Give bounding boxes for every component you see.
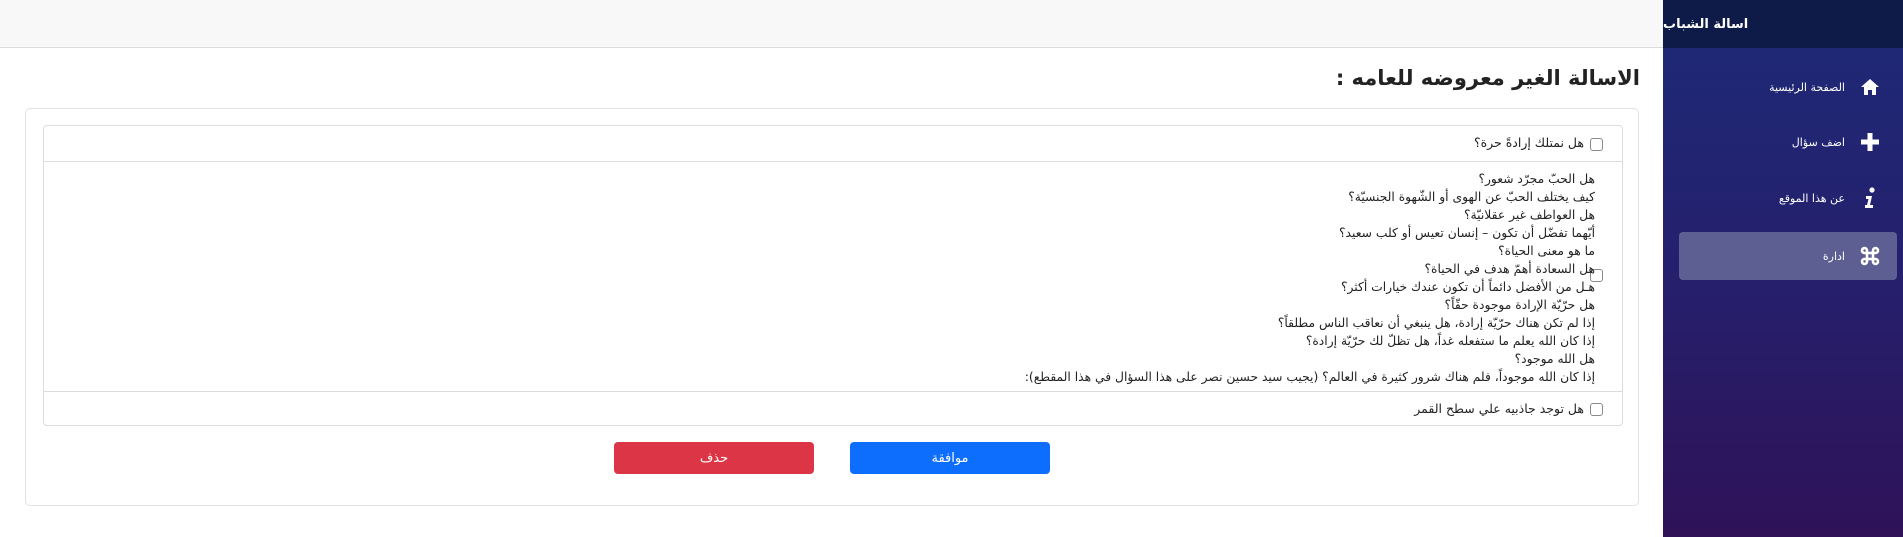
questions-card: هل نمتلك إرادةً حرة؟ هل الحبّ مجرّد شعور…	[25, 108, 1639, 506]
questions-list: هل نمتلك إرادةً حرة؟ هل الحبّ مجرّد شعور…	[43, 125, 1623, 426]
sidebar-item-add-question[interactable]: اضف سؤال	[1679, 118, 1897, 166]
plus-icon	[1857, 129, 1883, 155]
delete-button[interactable]: حذف	[614, 442, 814, 474]
sidebar-item-label: اضف سؤال	[1791, 135, 1845, 149]
question-line: هل الحبّ مجرّد شعور؟	[1478, 172, 1595, 186]
question-line: كيف يختلف الحبّ عن الهوى أو الشّهوة الجن…	[1348, 190, 1595, 204]
question-line: هل السعادة أهمّ هدف في الحياة؟	[1424, 262, 1596, 276]
sidebar-item-about[interactable]: عن هذا الموقع	[1679, 174, 1897, 222]
question-checkbox[interactable]	[1590, 138, 1603, 151]
list-item: هل توجد جاذبيه علي سطح القمر	[44, 392, 1622, 426]
question-checkbox[interactable]	[1590, 403, 1603, 416]
question-text: هل نمتلك إرادةً حرة؟	[1473, 135, 1584, 150]
question-line: إذا لم تكن هناك حرّيّة إرادة، هل ينبغي أ…	[1277, 316, 1595, 330]
sidebar-item-admin[interactable]: ادارة	[1679, 232, 1897, 280]
question-line: هل العواطف غير عقلانيّة؟	[1464, 208, 1595, 222]
page-title: الاسالة الغير معروضه للعامه :	[1335, 66, 1640, 90]
question-line: ما هو معنى الحياة؟	[1498, 244, 1595, 258]
app-title: اسالة الشباب	[1663, 16, 1749, 32]
approve-button[interactable]: موافقة	[850, 442, 1050, 474]
sidebar: اسالة الشباب الصفحة الرئيسية اضف سؤال عن…	[1663, 0, 1903, 537]
question-line: هـل من الأفضل دائماً أن تكون عندك خيارات…	[1340, 280, 1595, 294]
list-item: هل نمتلك إرادةً حرة؟	[44, 126, 1622, 162]
sidebar-item-label: عن هذا الموقع	[1778, 191, 1845, 205]
question-line: إذا كان الله يعلم ما ستفعله غداً، هل تظل…	[1305, 334, 1595, 348]
question-text-block: هل الحبّ مجرّد شعور؟ كيف يختلف الحبّ عن …	[1025, 170, 1595, 386]
sidebar-brand[interactable]: اسالة الشباب	[1663, 0, 1903, 48]
command-icon	[1857, 243, 1883, 269]
question-line: هل حرّيّة الإرادة موجودة حقّاً؟	[1444, 298, 1595, 312]
sidebar-item-label: ادارة	[1822, 249, 1845, 263]
question-line: هل الله موجود؟	[1514, 352, 1595, 366]
question-line: إذا كان الله موجوداً، فلم هناك شرور كثير…	[1024, 370, 1595, 384]
info-icon	[1857, 185, 1883, 211]
sidebar-item-home[interactable]: الصفحة الرئيسية	[1679, 63, 1897, 111]
list-item: هل الحبّ مجرّد شعور؟ كيف يختلف الحبّ عن …	[44, 162, 1622, 392]
sidebar-item-label: الصفحة الرئيسية	[1769, 80, 1845, 94]
question-text: هل توجد جاذبيه علي سطح القمر	[1414, 401, 1584, 416]
home-icon	[1857, 74, 1883, 100]
top-header	[0, 0, 1663, 48]
question-line: أيّهما تفضّل أن تكون – إنسان تعيس أو كلب…	[1339, 226, 1595, 240]
